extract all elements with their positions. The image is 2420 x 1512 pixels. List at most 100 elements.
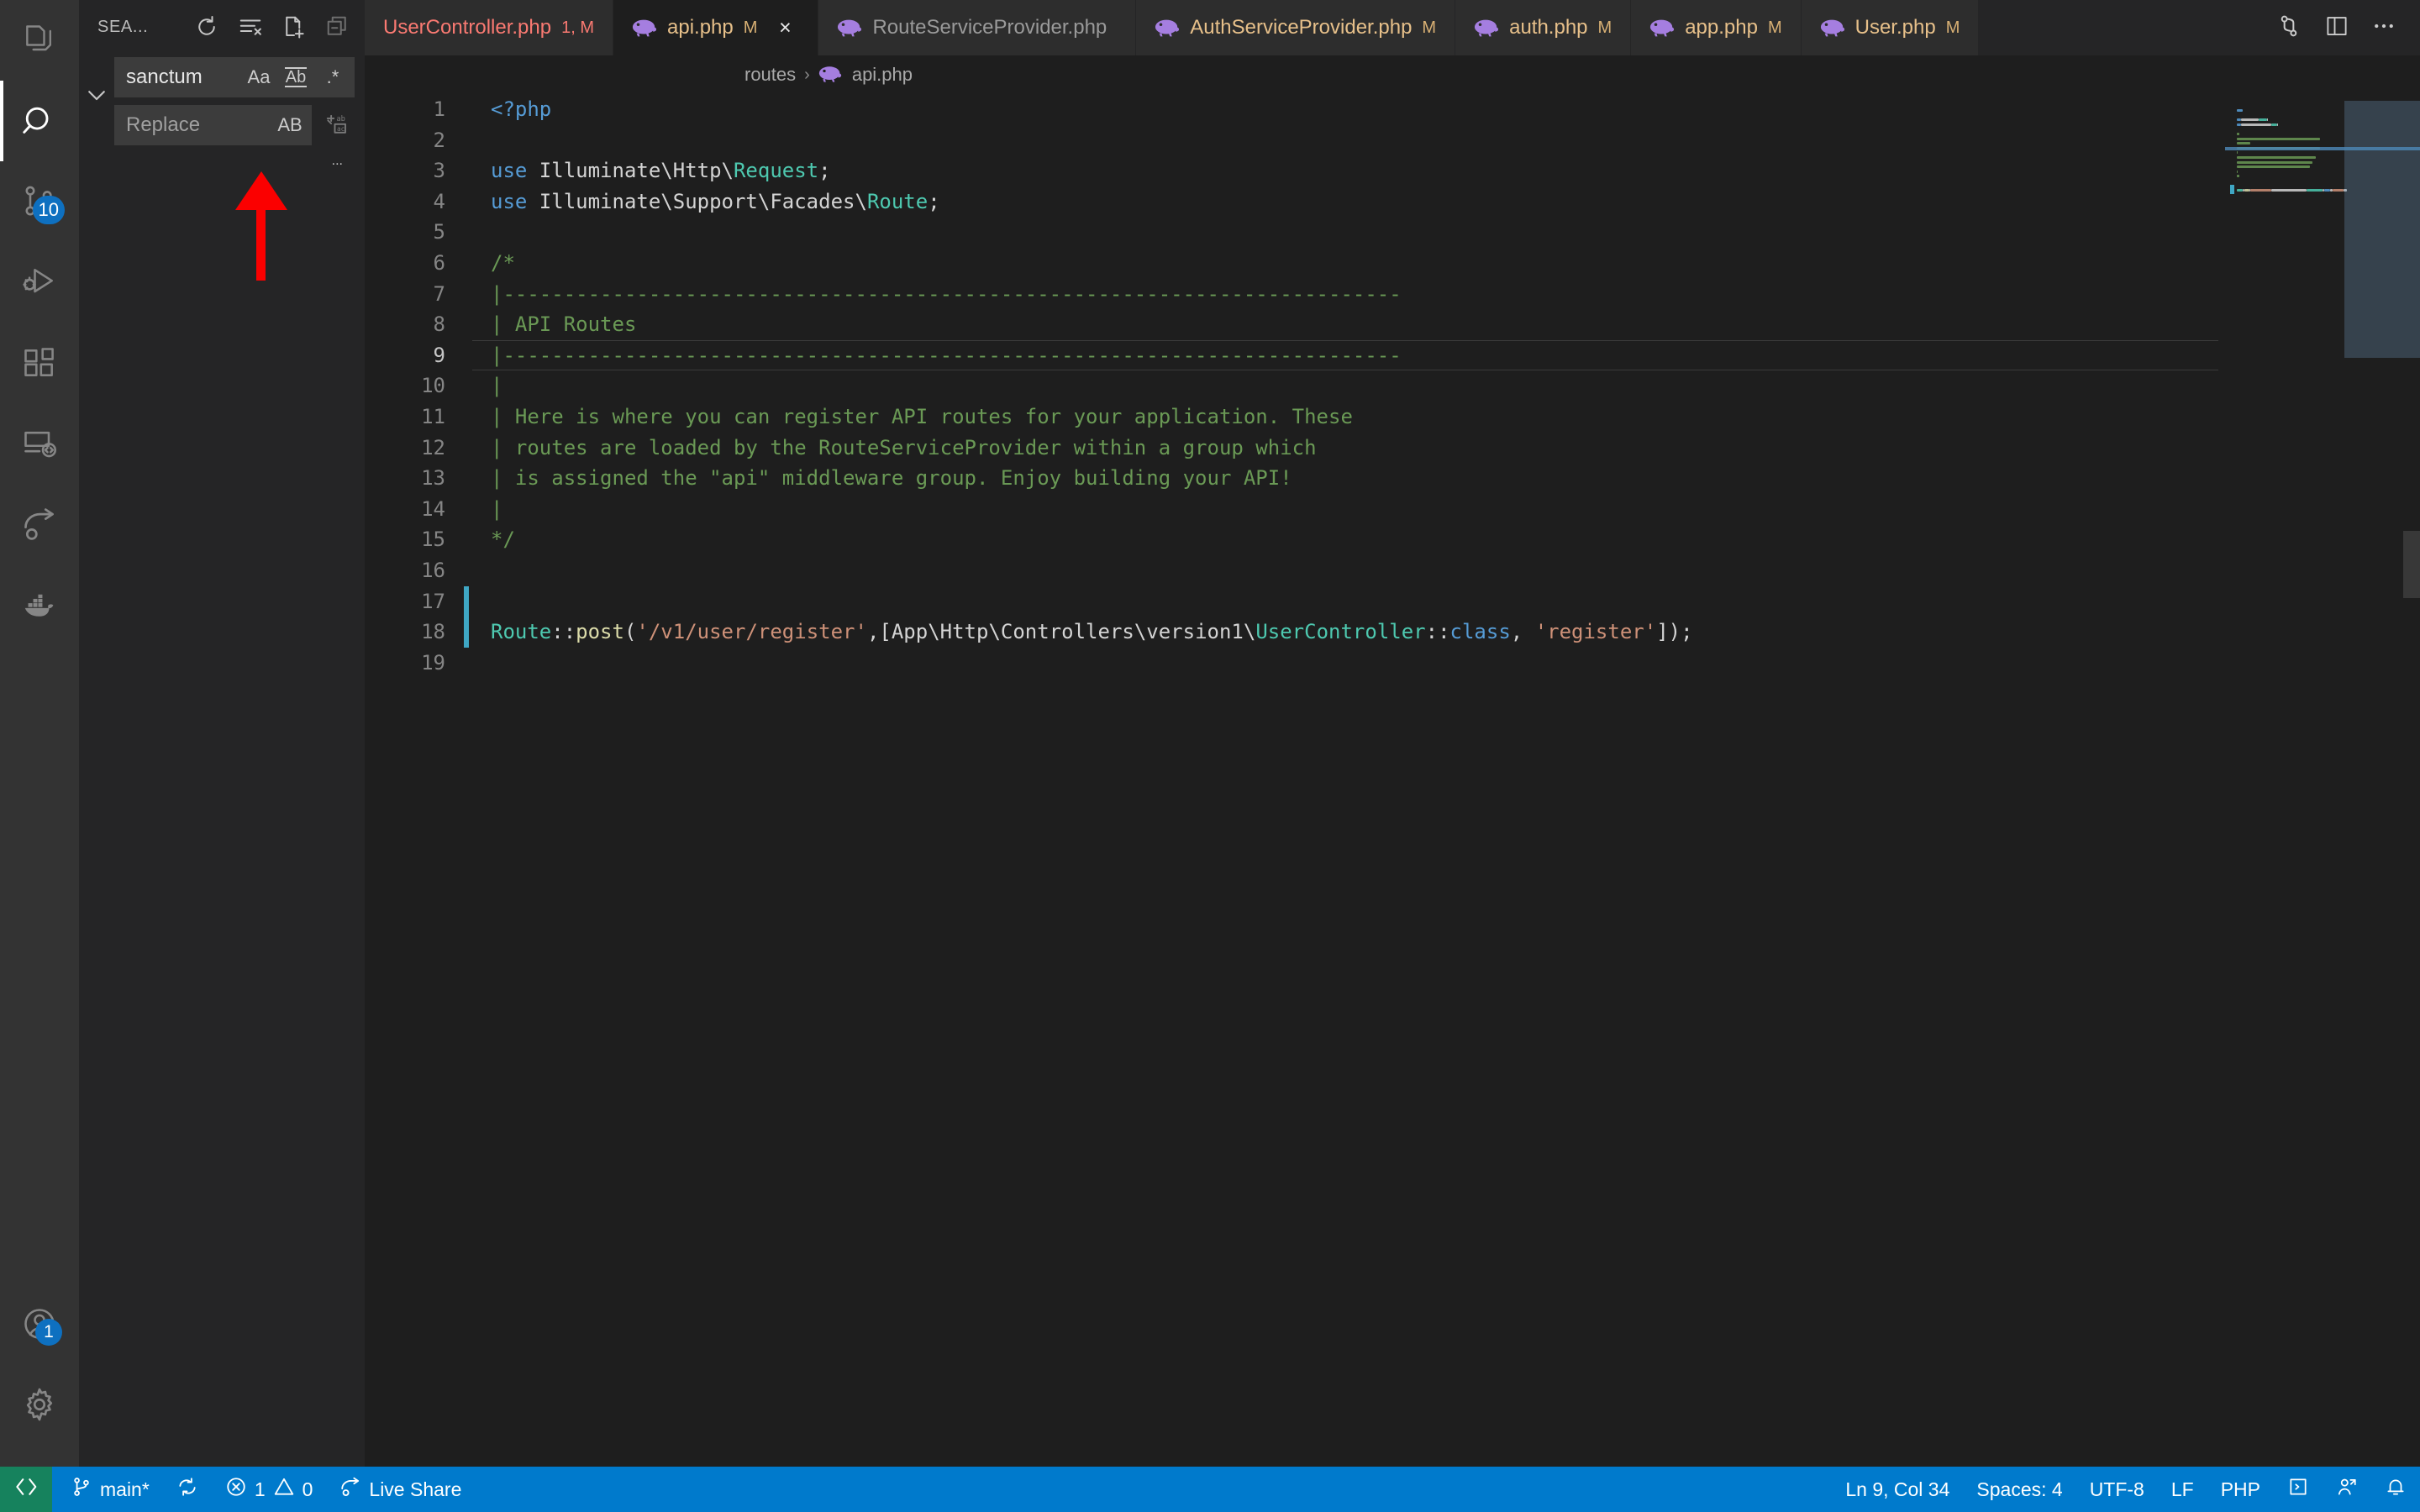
status-remote-window[interactable]	[0, 1467, 52, 1512]
breadcrumb-folder[interactable]: routes	[744, 64, 796, 86]
status-remote-share[interactable]	[2323, 1467, 2371, 1512]
status-open-terminal[interactable]	[2274, 1467, 2323, 1512]
status-bar: main* 1 0 Live Share Ln 9, Col 34 Spaces…	[0, 1467, 2420, 1512]
status-editor-indentation[interactable]: Spaces: 4	[1963, 1467, 2075, 1512]
code-token: |	[491, 496, 503, 521]
code-token: |	[491, 374, 503, 398]
use-regex-toggle[interactable]: .*	[318, 62, 348, 92]
minimap-line	[2276, 123, 2278, 126]
panel-layout-icon[interactable]	[2324, 13, 2349, 43]
ellipsis-icon[interactable]	[2371, 13, 2396, 43]
workbench-body: 10 1 SEA... sanctum Aa Ab .* Replace AB …	[0, 0, 2420, 1467]
code-line[interactable]: */	[491, 524, 2218, 555]
minimap[interactable]	[2218, 94, 2420, 1467]
new-search-editor-icon[interactable]	[279, 12, 309, 42]
code-token: use	[491, 159, 539, 183]
code-content[interactable]: <?php use Illuminate\Http\Request; use Il…	[472, 94, 2218, 1467]
code-line[interactable]: use Illuminate\Support\Facades\Route;	[491, 186, 2218, 218]
code-line[interactable]: |---------------------------------------…	[491, 279, 2218, 310]
tab-routeserviceprovider-php[interactable]: RouteServiceProvider.php	[818, 0, 1137, 55]
line-number: 8	[433, 312, 445, 337]
activity-bar-item-extensions[interactable]	[0, 323, 79, 403]
tab-label: auth.php	[1509, 16, 1588, 39]
tab-app-php[interactable]: app.php M	[1631, 0, 1802, 55]
replace-all-icon[interactable]: ab ac	[319, 108, 355, 143]
code-token: Route	[491, 620, 552, 644]
close-icon[interactable]: ×	[771, 13, 799, 42]
code-line[interactable]: Route::post('/v1/user/register',[App\Htt…	[491, 617, 2218, 648]
replace-input-value: Replace	[126, 113, 201, 136]
status-problems[interactable]: 1 0	[212, 1467, 327, 1512]
code-editor[interactable]: 1 2 3 4 5 6 7 8 9 10 11 12 13 14 15 16 17 18 19 <?php use …	[365, 94, 2420, 1467]
status-notifications[interactable]	[2371, 1467, 2420, 1512]
code-line[interactable]: | is assigned the "api" middleware group…	[491, 463, 2218, 494]
minimap-line	[2307, 189, 2323, 192]
toggle-search-details[interactable]: ...	[79, 145, 365, 169]
line-number: 17	[421, 589, 445, 613]
run-debug-icon	[21, 264, 58, 301]
bell-icon	[2385, 1476, 2407, 1503]
match-whole-word-toggle[interactable]: Ab	[281, 62, 311, 92]
code-token: use	[491, 189, 539, 213]
match-case-toggle[interactable]: Aa	[244, 62, 274, 92]
tab-authserviceprovider-php[interactable]: AuthServiceProvider.php M	[1136, 0, 1456, 55]
activity-bar-item-source-control[interactable]: 10	[0, 161, 79, 242]
code-line[interactable]: |	[491, 494, 2218, 525]
status-editor-encoding[interactable]: UTF-8	[2076, 1467, 2158, 1512]
status-branch[interactable]: main*	[52, 1467, 163, 1512]
code-line[interactable]	[491, 217, 2218, 248]
code-line[interactable]	[491, 586, 2218, 617]
status-editor-position[interactable]: Ln 9, Col 34	[1832, 1467, 1963, 1512]
activity-bar-item-run-and-debug[interactable]	[0, 242, 79, 323]
activity-bar-item-remote-explorer[interactable]	[0, 403, 79, 484]
search-field-row: sanctum Aa Ab .*	[114, 57, 355, 97]
code-token: ,	[1510, 620, 1535, 644]
code-token: 'register'	[1534, 620, 1657, 644]
activity-bar-item-search[interactable]	[0, 81, 79, 161]
tab-api-php[interactable]: api.php M ×	[613, 0, 819, 55]
tab-meta: M	[1767, 18, 1782, 37]
code-line[interactable]: | API Routes	[491, 309, 2218, 340]
line-number: 13	[421, 466, 445, 491]
code-token: */	[491, 528, 515, 552]
code-token: | Here is where you can register API rou…	[491, 404, 1353, 428]
status-editor-eol[interactable]: LF	[2158, 1467, 2207, 1512]
code-line[interactable]: /*	[491, 248, 2218, 279]
tab-auth-php[interactable]: auth.php M	[1455, 0, 1632, 55]
collapse-all-icon[interactable]	[323, 12, 353, 42]
preserve-case-toggle[interactable]: AB	[275, 110, 305, 140]
code-token: | API Routes	[491, 312, 637, 337]
tab-user-php[interactable]: User.php M	[1801, 0, 1980, 55]
code-line[interactable]: | routes are loaded by the RouteServiceP…	[491, 433, 2218, 464]
code-line[interactable]: <?php	[491, 94, 2218, 125]
scrollbar-thumb[interactable]	[2403, 531, 2420, 598]
activity-bar-item-manage[interactable]	[0, 1364, 79, 1445]
code-line[interactable]	[491, 648, 2218, 679]
code-line[interactable]: use Illuminate\Http\Request;	[491, 155, 2218, 186]
clear-all-icon[interactable]	[235, 12, 266, 42]
activity-bar-item-explorer[interactable]	[0, 0, 79, 81]
code-line[interactable]: | Here is where you can register API rou…	[491, 402, 2218, 433]
activity-bar-item-live-share[interactable]	[0, 484, 79, 564]
status-editor-language[interactable]: PHP	[2207, 1467, 2274, 1512]
status-live-share[interactable]: Live Share	[326, 1467, 475, 1512]
refresh-icon[interactable]	[192, 12, 222, 42]
code-line[interactable]	[491, 555, 2218, 586]
search-input[interactable]: sanctum Aa Ab .*	[114, 57, 355, 97]
code-line[interactable]	[491, 125, 2218, 156]
tab-usercontroller-php[interactable]: UserController.php 1, M	[365, 0, 614, 55]
svg-text:ac: ac	[337, 125, 345, 133]
code-line[interactable]: |---------------------------------------…	[491, 340, 2218, 371]
php-icon	[818, 64, 844, 86]
editor-vertical-scrollbar[interactable]	[2403, 94, 2420, 1467]
activity-bar-item-docker[interactable]	[0, 564, 79, 645]
breadcrumb-file[interactable]: api.php	[852, 64, 913, 86]
toggle-replace-button[interactable]	[79, 57, 114, 145]
status-sync-changes[interactable]	[163, 1467, 212, 1512]
replace-input[interactable]: Replace AB	[114, 105, 312, 145]
activity-bar-item-accounts[interactable]: 1	[0, 1284, 79, 1364]
split-down-icon[interactable]	[2275, 13, 2302, 44]
code-line[interactable]: |	[491, 370, 2218, 402]
code-token: Request	[733, 159, 819, 183]
git-branch-icon	[71, 1476, 92, 1503]
